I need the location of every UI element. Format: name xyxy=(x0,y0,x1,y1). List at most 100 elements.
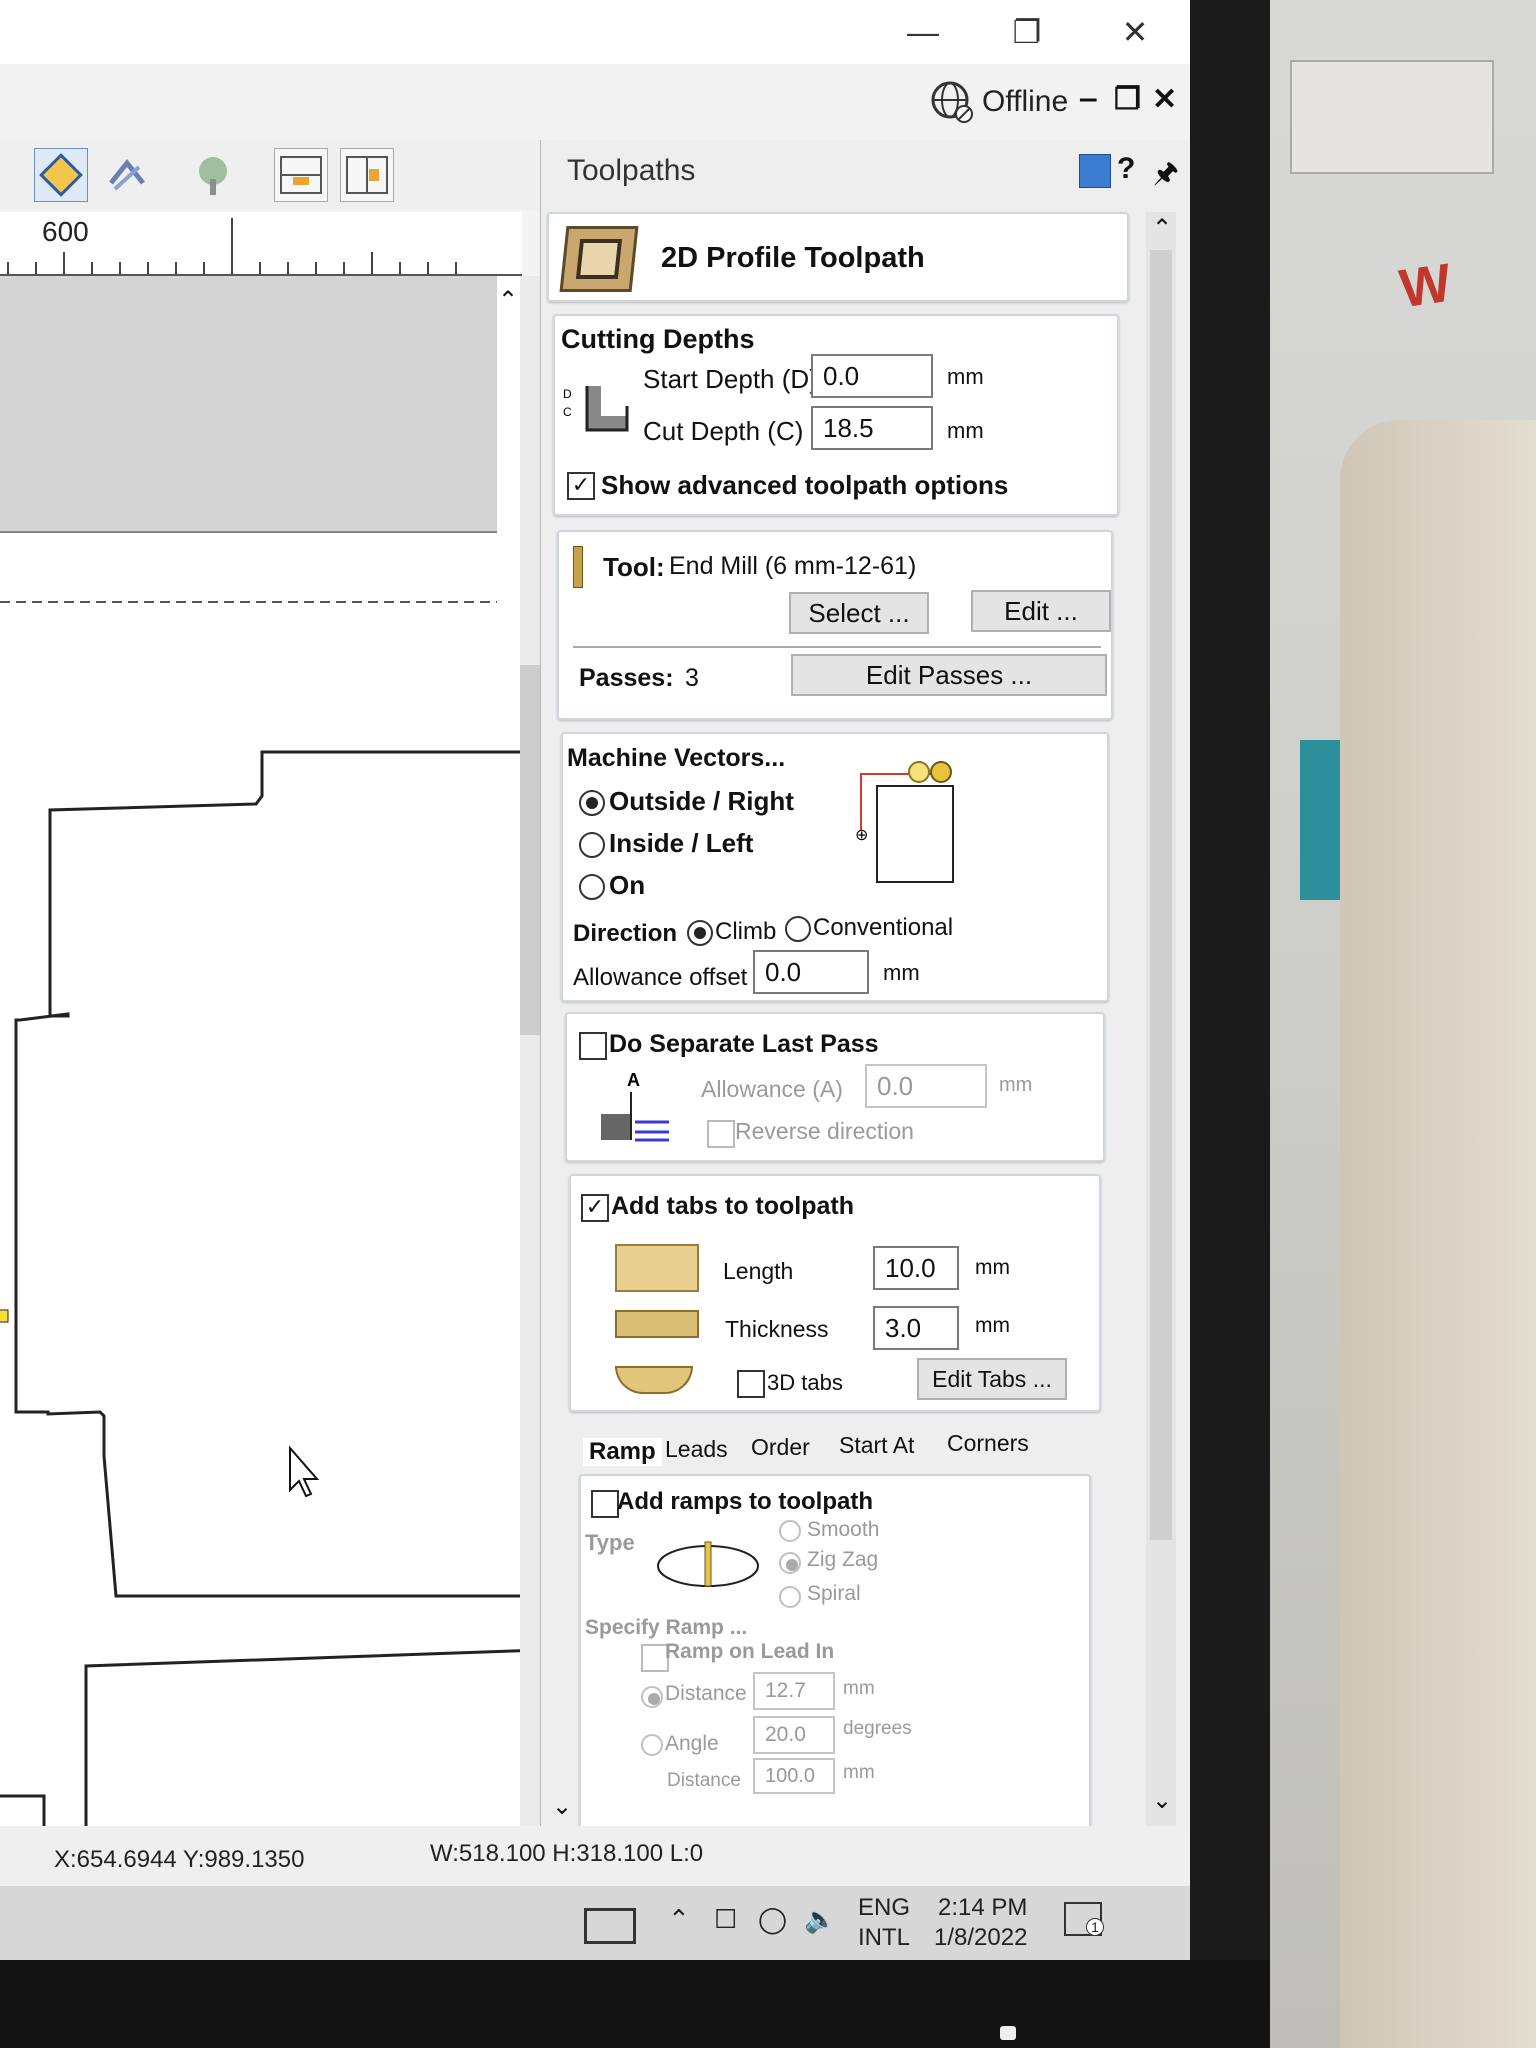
ramp-type-diagram xyxy=(657,1541,759,1587)
inside-left-radio[interactable] xyxy=(579,832,605,858)
notification-icon[interactable]: 1 xyxy=(1064,1902,1104,1936)
tabs-3d-checkbox[interactable] xyxy=(737,1370,765,1398)
last-pass-diagram-icon: A xyxy=(601,1070,669,1142)
show-advanced-checkbox[interactable]: ✓ xyxy=(567,472,595,500)
globe-icon xyxy=(931,81,973,123)
machine-vectors-box: Machine Vectors... Outside / Right Insid… xyxy=(561,732,1109,1002)
start-depth-input[interactable]: 0.0 xyxy=(811,354,933,398)
ramp-smooth-radio[interactable] xyxy=(779,1520,801,1542)
clock-time[interactable]: 2:14 PM xyxy=(938,1894,1027,1922)
tab-leads[interactable]: Leads xyxy=(665,1436,728,1463)
toolpaths-panel: Toolpaths ? 🖈 2D Profile Toolpath Cuttin… xyxy=(540,140,1190,1828)
options-tab-strip: Ramp Leads Order Start At Corners xyxy=(573,1426,1093,1472)
clock-date[interactable]: 1/8/2022 xyxy=(934,1924,1027,1952)
panel-dock-icon[interactable] xyxy=(1079,154,1111,188)
tab-corners[interactable]: Corners xyxy=(947,1430,1029,1457)
tree-icon[interactable] xyxy=(186,148,240,202)
ramp-distance-radio[interactable] xyxy=(641,1686,663,1708)
volume-icon[interactable]: 🔈 xyxy=(804,1904,836,1935)
minimize-icon[interactable]: — xyxy=(896,8,950,56)
add-ramps-checkbox[interactable] xyxy=(591,1490,619,1518)
last-pass-allowance-label: Allowance (A) xyxy=(701,1076,843,1102)
node-edit-icon[interactable] xyxy=(34,148,88,202)
select-tool-button[interactable]: Select ... xyxy=(789,592,929,634)
ramp-angle-input[interactable]: 20.0 xyxy=(753,1716,835,1754)
separate-last-pass-checkbox[interactable] xyxy=(579,1032,607,1060)
cut-depth-unit: mm xyxy=(947,418,984,443)
horizontal-ruler: 600 xyxy=(0,212,522,276)
tab-length-label: Length xyxy=(723,1258,794,1284)
direction-label: Direction xyxy=(573,920,678,947)
reverse-direction-checkbox[interactable] xyxy=(707,1120,735,1148)
edit-tabs-button[interactable]: Edit Tabs ... xyxy=(917,1358,1067,1400)
outside-right-radio[interactable] xyxy=(579,790,605,816)
tab-length-input[interactable]: 10.0 xyxy=(873,1246,959,1290)
climb-radio[interactable] xyxy=(687,920,713,946)
svg-text:D: D xyxy=(563,387,572,401)
panel-scrollbar-thumb[interactable] xyxy=(1150,250,1172,1540)
app-status-row: Offline ‒ ❐ ✕ xyxy=(0,64,1190,140)
passes-label: Passes: xyxy=(579,664,674,692)
cursor-coordinates: X:654.6944 Y:989.1350 xyxy=(54,1846,305,1873)
drawing-canvas[interactable]: ⌃ xyxy=(0,276,520,1826)
chevron-up-icon[interactable]: ⌃ xyxy=(668,1904,690,1935)
tool-box: Tool: End Mill (6 mm-12-61) Select ... E… xyxy=(557,530,1113,720)
panel-scroll-up-icon[interactable]: ⌃ xyxy=(1152,214,1172,243)
network-icon[interactable]: ◯ xyxy=(758,1904,787,1935)
language-bottom[interactable]: INTL xyxy=(858,1924,910,1952)
tab-thickness-unit: mm xyxy=(975,1314,1010,1337)
layout-horizontal-icon[interactable] xyxy=(274,148,328,202)
tabs-box: ✓ Add tabs to toolpath Length 10.0 mm Th… xyxy=(569,1174,1101,1412)
inside-left-label: Inside / Left xyxy=(609,828,754,858)
cut-depth-input[interactable]: 18.5 xyxy=(811,406,933,450)
panel-minimize-icon[interactable]: ‒ xyxy=(1080,82,1097,116)
add-tabs-label: Add tabs to toolpath xyxy=(611,1192,855,1220)
svg-text:A: A xyxy=(627,1070,640,1090)
allowance-offset-label: Allowance offset xyxy=(573,964,748,991)
add-tabs-checkbox[interactable]: ✓ xyxy=(581,1194,609,1222)
tab-start-at[interactable]: Start At xyxy=(839,1432,914,1459)
language-top[interactable]: ENG xyxy=(858,1894,910,1922)
edit-passes-button[interactable]: Edit Passes ... xyxy=(791,654,1107,696)
pin-icon[interactable]: 🖈 xyxy=(1153,152,1179,200)
ramp-angle-radio[interactable] xyxy=(641,1734,663,1756)
ramp-spiral-radio[interactable] xyxy=(779,1586,801,1608)
tab-ramp[interactable]: Ramp xyxy=(583,1438,662,1466)
room-logo: W xyxy=(1396,252,1455,320)
tabs-3d-label: 3D tabs xyxy=(767,1370,843,1395)
cut-depth-label: Cut Depth (C) xyxy=(643,416,804,446)
tab-order[interactable]: Order xyxy=(751,1434,810,1461)
panel-title: Toolpaths xyxy=(567,154,696,187)
online-status[interactable]: Offline xyxy=(930,78,1068,126)
taskbar: ⌃ ☐ ◯ 🔈 ENG INTL 2:14 PM 1/8/2022 1 xyxy=(0,1886,1190,1960)
ramp-angle-label: Angle xyxy=(665,1732,719,1755)
on-radio[interactable] xyxy=(579,874,605,900)
ruler-ticks xyxy=(7,218,457,274)
ramp-options-box: Add ramps to toolpath Type Smooth Zig Za… xyxy=(579,1474,1091,1828)
canvas-scroll-down-icon[interactable]: ⌄ xyxy=(552,1792,572,1821)
svg-text:C: C xyxy=(563,405,572,419)
ramp-zigzag-radio[interactable] xyxy=(779,1552,801,1574)
scroll-up-icon[interactable]: ⌃ xyxy=(498,286,518,315)
panel-scroll-down-icon[interactable]: ⌄ xyxy=(1152,1786,1172,1815)
restore-icon[interactable]: ❐ xyxy=(1000,8,1054,56)
layout-vertical-icon[interactable] xyxy=(340,148,394,202)
offline-label: Offline xyxy=(982,85,1069,118)
allowance-offset-input[interactable]: 0.0 xyxy=(753,950,869,994)
ramp-angle-unit: degrees xyxy=(843,1718,912,1739)
ramp-distance-input[interactable]: 12.7 xyxy=(753,1672,835,1710)
device-icon[interactable]: ☐ xyxy=(714,1904,737,1935)
panel-restore-icon[interactable]: ❐ xyxy=(1114,82,1141,117)
last-pass-box: Do Separate Last Pass A Allowance (A) 0.… xyxy=(565,1012,1105,1162)
ramp-distance2-label: Distance xyxy=(667,1770,741,1791)
close-icon[interactable]: ✕ xyxy=(1108,8,1162,56)
last-pass-allowance-input[interactable]: 0.0 xyxy=(865,1064,987,1108)
ramp-distance2-input[interactable]: 100.0 xyxy=(753,1758,835,1794)
help-icon[interactable]: ? xyxy=(1117,152,1135,186)
tab-thickness-input[interactable]: 3.0 xyxy=(873,1306,959,1350)
transform-icon[interactable] xyxy=(100,148,154,202)
panel-close-icon[interactable]: ✕ xyxy=(1152,82,1177,117)
edit-tool-button[interactable]: Edit ... xyxy=(971,590,1111,632)
conventional-radio[interactable] xyxy=(785,916,811,942)
keyboard-icon[interactable] xyxy=(584,1908,636,1944)
